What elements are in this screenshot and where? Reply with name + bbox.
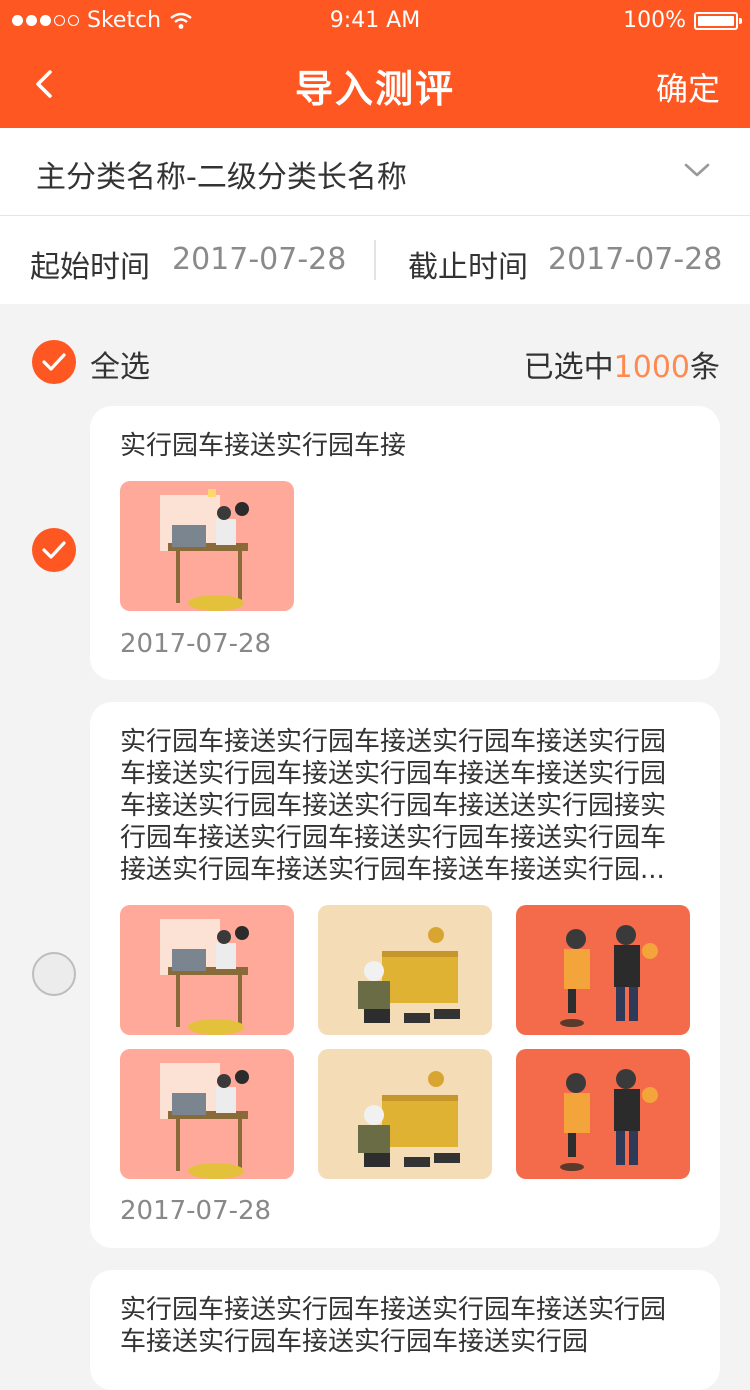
select-all-row: 全选 已选中1000条	[0, 320, 750, 404]
item-text: 实行园车接送实行园车接送实行园车接送实行园车接送实行园车接送实行园车接送车接送实…	[120, 727, 667, 885]
status-bar: Sketch 9:41 AM 100%	[0, 0, 750, 40]
battery-percent: 100%	[623, 8, 686, 33]
item-checkbox[interactable]	[32, 952, 76, 996]
item-text: 实行园车接送实行园车接送实行园车接送实行园车接送实行园车接送实行园车接送实行园	[120, 1295, 667, 1357]
battery-icon	[694, 11, 742, 30]
item-thumbnail[interactable]	[120, 481, 294, 611]
list-item[interactable]: 实行园车接送实行园车接送实行园车接送实行园车接送实行园车接送实行园车接送实行园	[90, 1270, 720, 1390]
category-selector[interactable]: 主分类名称-二级分类长名称	[0, 128, 750, 216]
header: Sketch 9:41 AM 100% 导入测评 确定	[0, 0, 750, 128]
item-date: 2017-07-28	[120, 629, 272, 659]
start-time-value[interactable]: 2017-07-28	[172, 242, 346, 277]
end-time-value[interactable]: 2017-07-28	[548, 242, 722, 277]
selected-count-number: 1000	[613, 350, 690, 385]
page-title: 导入测评	[294, 67, 455, 111]
select-all-label: 全选	[90, 350, 150, 385]
confirm-button[interactable]: 确定	[656, 64, 720, 110]
end-time-label: 截止时间	[408, 250, 528, 285]
item-text: 实行园车接送实行园车接	[120, 431, 407, 461]
category-label: 主分类名称-二级分类长名称	[36, 160, 407, 195]
selected-count: 已选中1000条	[523, 350, 720, 385]
select-all-checkbox[interactable]	[32, 340, 76, 384]
list-item[interactable]: 实行园车接送实行园车接送实行园车接送实行园车接送实行园车接送实行园车接送车接送实…	[90, 702, 720, 1248]
chevron-down-icon	[684, 163, 710, 177]
item-thumbnail[interactable]	[318, 1049, 492, 1179]
item-thumbnail[interactable]	[516, 905, 690, 1035]
status-right: 100%	[623, 8, 742, 33]
item-thumbnail[interactable]	[318, 905, 492, 1035]
start-time-label: 起始时间	[30, 250, 150, 285]
date-range-row: 起始时间 2017-07-28 截止时间 2017-07-28	[0, 216, 750, 304]
check-icon	[42, 353, 66, 371]
item-checkbox[interactable]	[32, 528, 76, 572]
list-item[interactable]: 实行园车接送实行园车接 2017-07-28	[90, 406, 720, 680]
check-icon	[42, 541, 66, 559]
date-divider	[374, 240, 376, 280]
item-date: 2017-07-28	[120, 1196, 272, 1226]
item-thumbnail[interactable]	[516, 1049, 690, 1179]
item-thumbnail[interactable]	[120, 1049, 294, 1179]
item-thumbnail[interactable]	[120, 905, 294, 1035]
